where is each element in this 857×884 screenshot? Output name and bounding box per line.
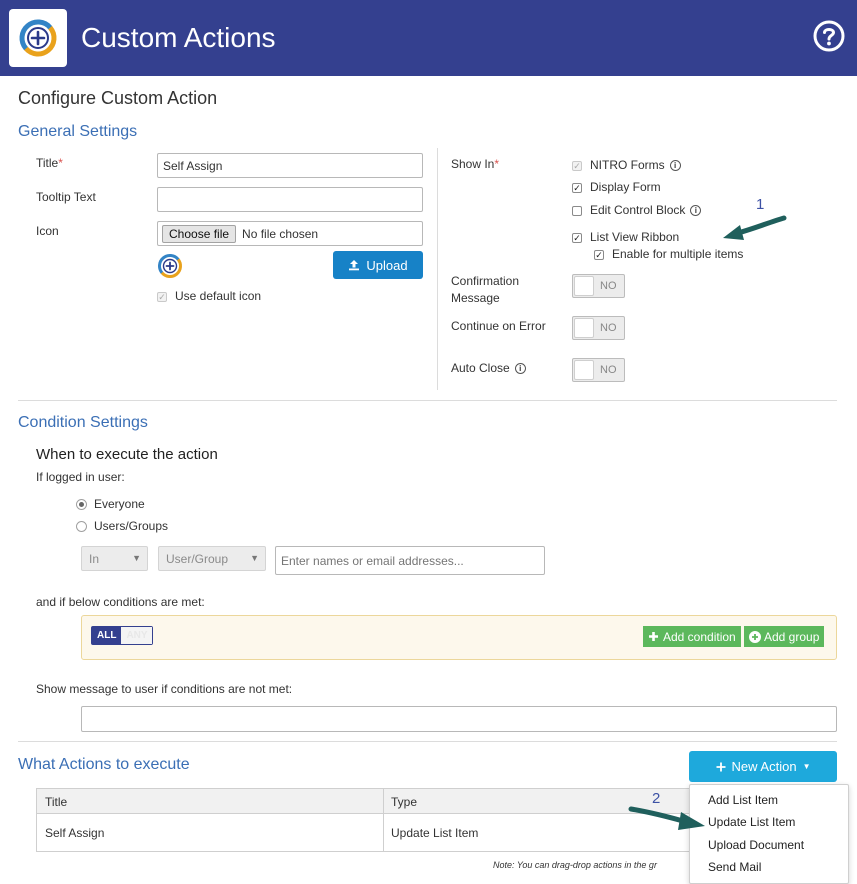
- section-divider: [18, 741, 837, 742]
- list-view-ribbon-checkbox[interactable]: ✓: [572, 233, 582, 243]
- auto-close-label: Auto Close i: [451, 361, 526, 375]
- icon-label: Icon: [36, 224, 59, 238]
- names-input[interactable]: [275, 546, 545, 575]
- message-input[interactable]: [81, 706, 837, 732]
- enable-multiple-label: Enable for multiple items: [612, 247, 744, 261]
- annotation-arrow-icon: [628, 806, 705, 830]
- new-action-menu: Add List Item Update List Item Upload Do…: [689, 784, 849, 884]
- app-header: Custom Actions: [0, 0, 857, 76]
- edit-control-block-checkbox[interactable]: [572, 206, 582, 216]
- info-icon[interactable]: i: [514, 363, 526, 374]
- title-input[interactable]: Self Assign: [157, 153, 423, 178]
- plus-icon: [649, 632, 658, 641]
- info-icon[interactable]: i: [669, 160, 681, 171]
- caret-down-icon: ▼: [132, 553, 141, 563]
- display-form-label: Display Form: [590, 180, 661, 194]
- in-select[interactable]: In ▼: [81, 546, 148, 571]
- menu-item-send-mail[interactable]: Send Mail: [708, 860, 761, 874]
- add-group-button[interactable]: Add group: [744, 626, 825, 647]
- general-settings-title: General Settings: [18, 123, 138, 140]
- plus-circle-icon: [749, 630, 761, 643]
- drag-drop-note: Note: You can drag-drop actions in the g…: [493, 860, 657, 870]
- no-file-text: No file chosen: [242, 226, 319, 241]
- section-divider: [18, 400, 837, 401]
- users-groups-radio[interactable]: [76, 521, 87, 532]
- menu-item-upload-document[interactable]: Upload Document: [708, 838, 804, 852]
- everyone-label: Everyone: [94, 497, 145, 511]
- row-type-cell[interactable]: Update List Item: [391, 826, 478, 840]
- everyone-radio[interactable]: [76, 499, 87, 510]
- all-any-switch[interactable]: ALL ANY: [91, 626, 154, 645]
- users-groups-label: Users/Groups: [94, 519, 169, 533]
- confirmation-toggle[interactable]: NO: [572, 274, 625, 298]
- icon-file-input[interactable]: Choose file No file chosen: [157, 221, 423, 246]
- if-logged-label: If logged in user:: [36, 470, 125, 484]
- enable-multiple-checkbox[interactable]: ✓: [594, 250, 604, 260]
- auto-close-toggle[interactable]: NO: [572, 358, 625, 382]
- info-icon[interactable]: i: [690, 205, 702, 216]
- default-action-icon: [158, 254, 182, 278]
- use-default-icon-label: Use default icon: [175, 289, 262, 303]
- show-message-label: Show message to user if conditions are n…: [36, 682, 293, 696]
- use-default-icon-checkbox[interactable]: ✓: [157, 292, 167, 302]
- caret-down-icon: ▼: [802, 762, 811, 771]
- continue-on-error-label: Continue on Error: [451, 319, 546, 333]
- plus-icon: [716, 762, 726, 771]
- choose-file-button[interactable]: Choose file: [162, 224, 237, 243]
- annotation-arrow-icon: [723, 215, 787, 240]
- app-logo-icon: [19, 19, 57, 57]
- user-group-select[interactable]: User/Group ▼: [158, 546, 266, 571]
- upload-icon: [349, 260, 360, 271]
- menu-item-update-list-item[interactable]: Update List Item: [708, 815, 795, 829]
- all-option[interactable]: ALL: [92, 627, 122, 644]
- nitro-forms-label: NITRO Forms i: [590, 158, 681, 172]
- add-condition-button[interactable]: Add condition: [643, 626, 741, 647]
- app-logo: [9, 9, 67, 67]
- title-label: Title*: [36, 156, 63, 170]
- nitro-forms-checkbox[interactable]: ✓: [572, 161, 582, 171]
- help-icon[interactable]: [813, 20, 845, 52]
- page-header-title: Custom Actions: [81, 22, 276, 53]
- show-in-label: Show In*: [451, 157, 500, 171]
- conditions-box: ALL ANY Add condition Add group: [81, 615, 837, 660]
- new-action-button[interactable]: New Action ▼: [689, 751, 837, 782]
- upload-button-label: Upload: [366, 257, 408, 273]
- list-view-ribbon-label: List View Ribbon: [590, 230, 680, 244]
- when-to-execute-heading: When to execute the action: [36, 446, 218, 463]
- condition-settings-title: Condition Settings: [18, 414, 148, 431]
- tooltip-input[interactable]: [157, 187, 423, 212]
- caret-down-icon: ▼: [250, 553, 259, 563]
- column-divider: [437, 148, 438, 390]
- tooltip-label: Tooltip Text: [36, 190, 96, 204]
- confirmation-message-label: Confirmation Message: [451, 274, 520, 305]
- display-form-checkbox[interactable]: ✓: [572, 183, 582, 193]
- col-title-header: Title: [45, 795, 68, 809]
- actions-title: What Actions to execute: [18, 756, 190, 773]
- annotation-number: 1: [756, 196, 765, 213]
- upload-button[interactable]: Upload: [333, 251, 423, 279]
- continue-on-error-toggle[interactable]: NO: [572, 316, 625, 340]
- configure-title: Configure Custom Action: [18, 88, 218, 108]
- if-below-label: and if below conditions are met:: [36, 595, 205, 609]
- any-option[interactable]: ANY: [121, 627, 153, 644]
- menu-item-add-list-item[interactable]: Add List Item: [708, 793, 778, 807]
- row-title-cell[interactable]: Self Assign: [45, 826, 104, 840]
- col-type-header: Type: [391, 795, 418, 809]
- edit-control-block-label: Edit Control Block i: [590, 203, 702, 217]
